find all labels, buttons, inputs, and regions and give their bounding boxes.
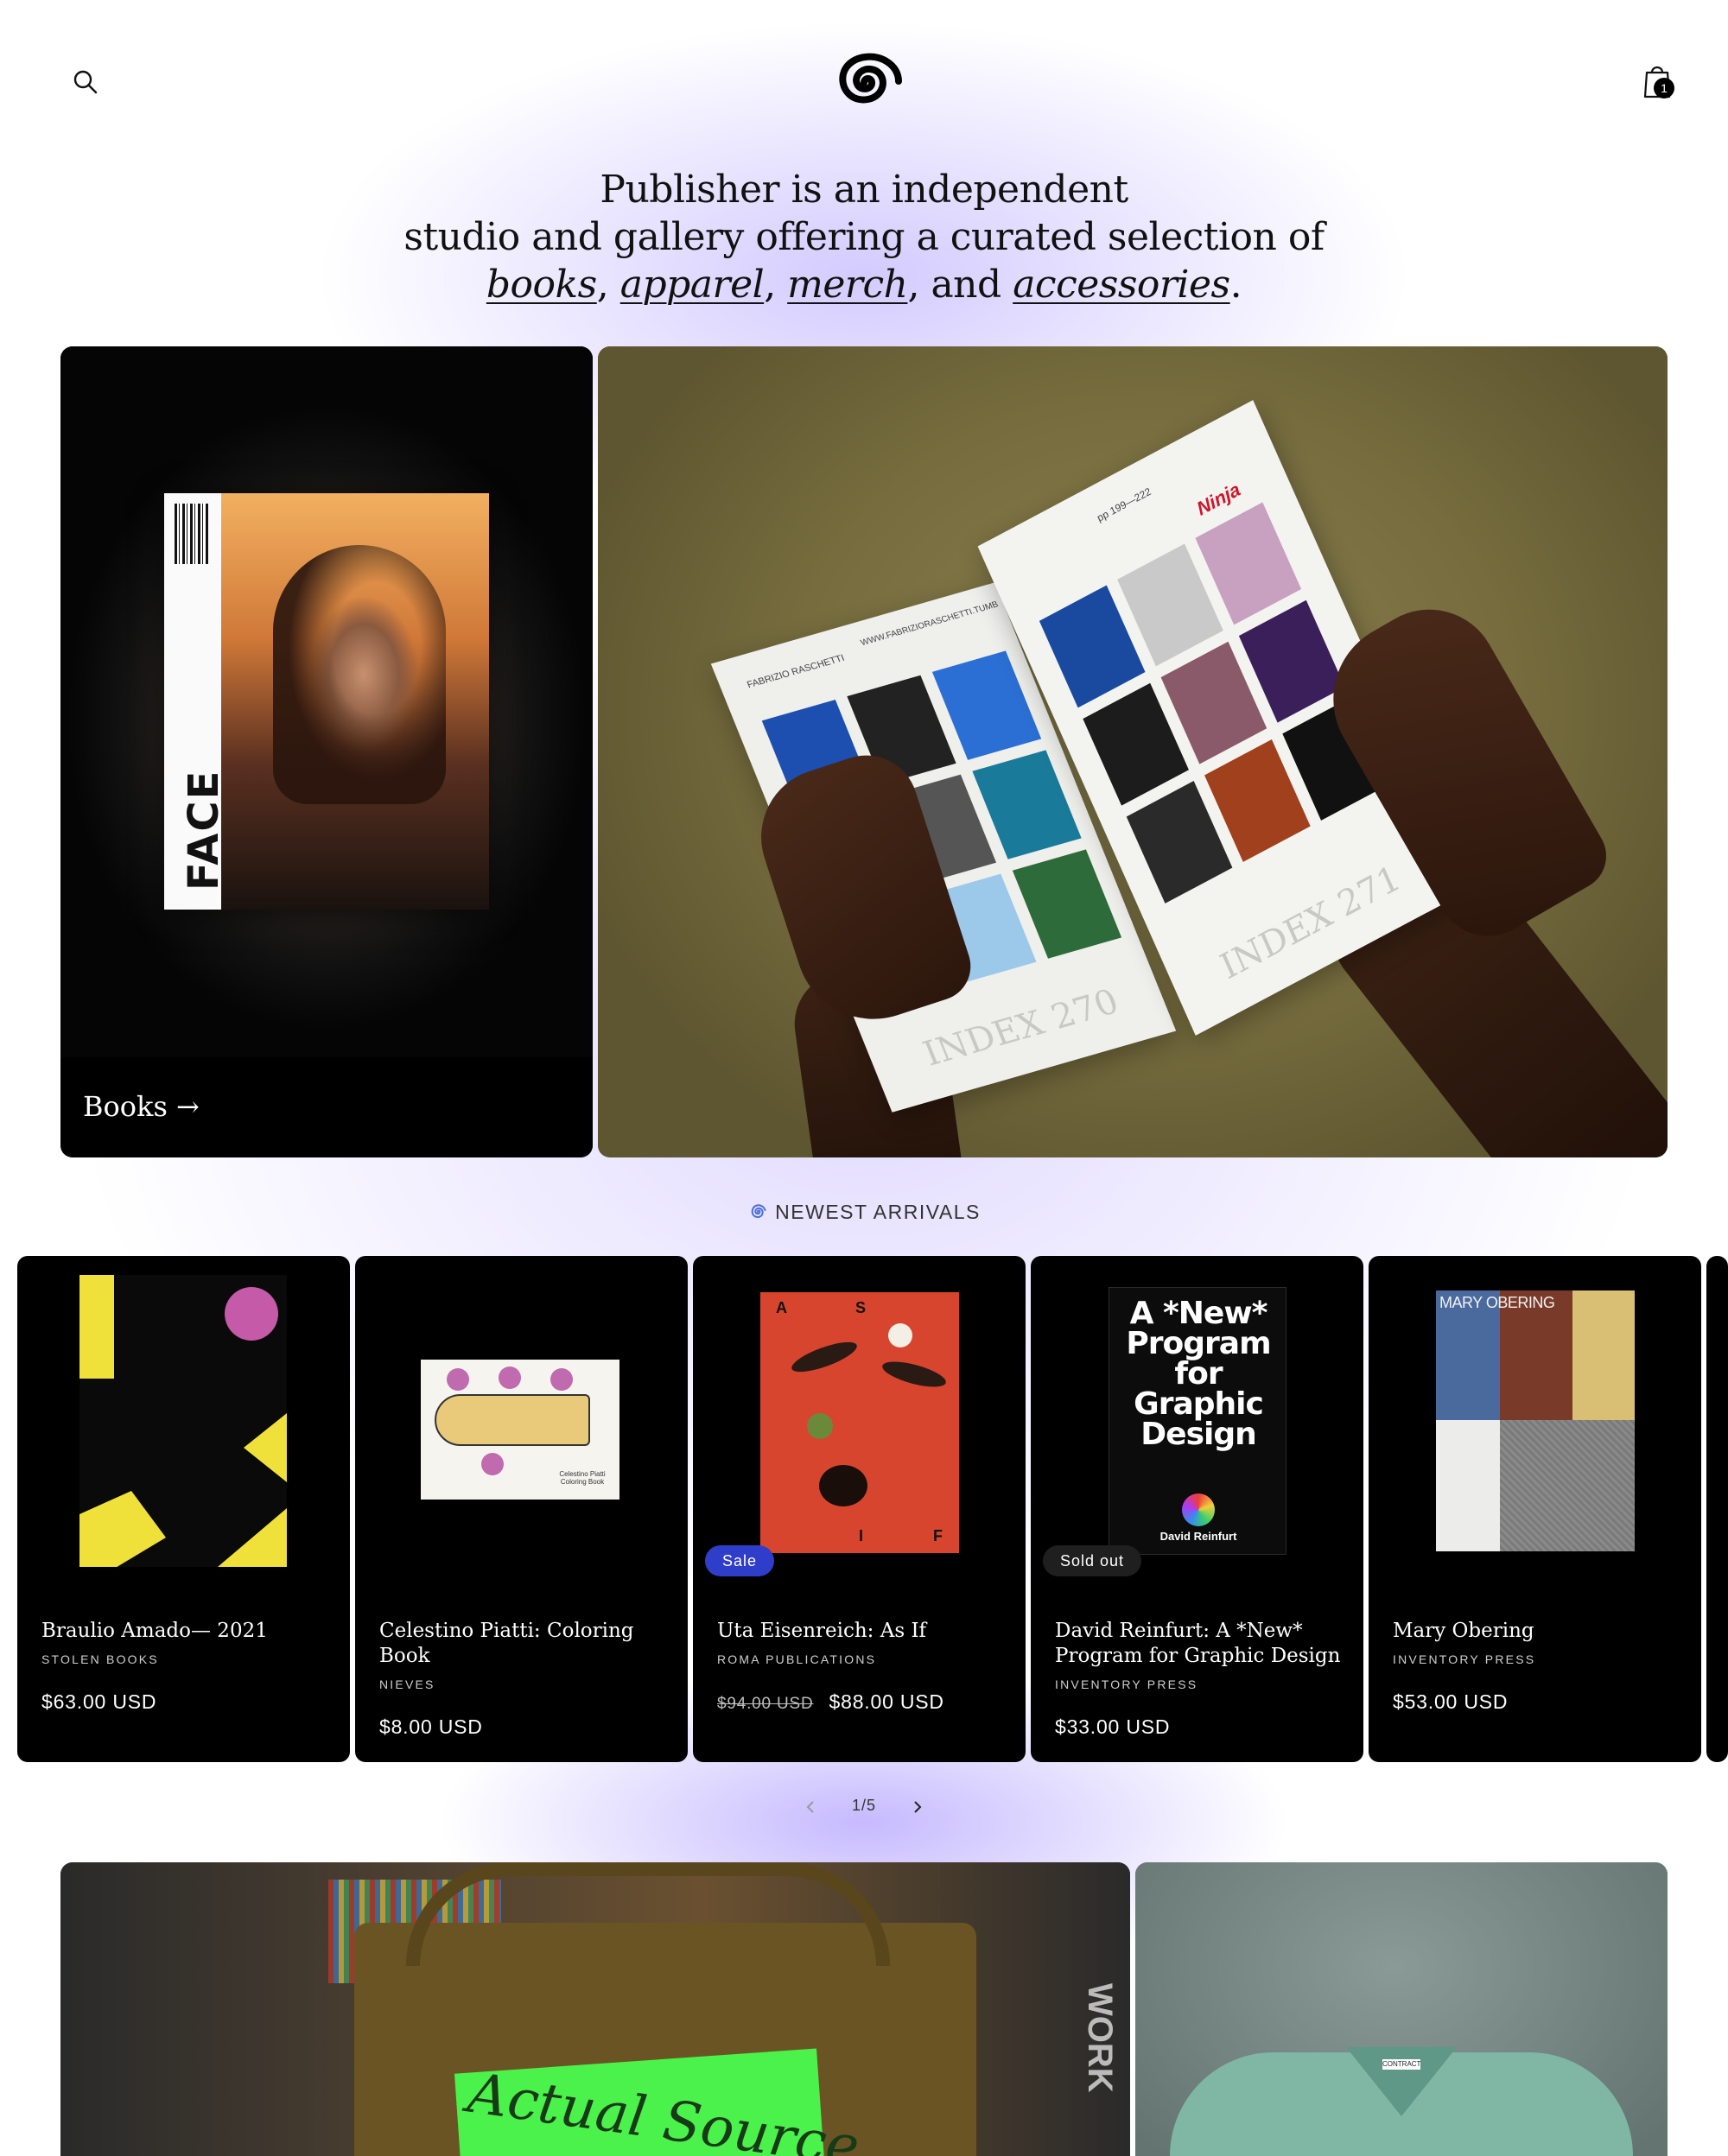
page: 1 Publisher is an independent studio and… bbox=[0, 0, 1728, 2156]
hero-and: and bbox=[931, 263, 1001, 307]
product-title[interactable]: David Reinfurt: A *New* Program for Grap… bbox=[1055, 1619, 1344, 1669]
product-info: Mary Obering INVENTORY PRESS $53.00 USD bbox=[1393, 1619, 1682, 1715]
product-image: MARY OBERING bbox=[1369, 1256, 1701, 1601]
apparel-link[interactable]: apparel bbox=[620, 263, 765, 307]
books-card-image: FACE bbox=[60, 346, 593, 1057]
books-collection-card[interactable]: FACE Books → bbox=[60, 346, 593, 1157]
shirt-tag: CONTRACT bbox=[1382, 2059, 1421, 2070]
chevron-left-icon bbox=[806, 1801, 814, 1813]
product-title[interactable]: Mary Obering bbox=[1393, 1619, 1682, 1644]
barcode-icon bbox=[175, 504, 209, 564]
magazine-spine-strip: FACE bbox=[164, 493, 228, 910]
hero-line-2: studio and gallery offering a curated se… bbox=[403, 215, 1325, 259]
product-card[interactable]: MARY OBERING Mary Obering INVENTORY PRES… bbox=[1369, 1256, 1701, 1762]
braulio-amado-cover bbox=[79, 1275, 287, 1567]
next-slide-button[interactable] bbox=[905, 1795, 930, 1819]
product-vendor: INVENTORY PRESS bbox=[1393, 1652, 1536, 1666]
merch-collection-card[interactable]: Actual Source WORK bbox=[60, 1862, 1130, 2156]
magazine-title: FACE bbox=[180, 769, 228, 891]
books-card-caption: Books → bbox=[60, 1057, 593, 1157]
mary-obering-cover: MARY OBERING bbox=[1436, 1290, 1635, 1551]
tote-handles bbox=[406, 1862, 890, 1966]
chevron-right-icon bbox=[914, 1801, 922, 1813]
book-spine-text: WORK bbox=[1081, 1983, 1119, 2093]
product-image: A S I F Sale bbox=[693, 1256, 1026, 1601]
product-info: Celestino Piatti: Coloring Book NIEVES $… bbox=[379, 1619, 669, 1740]
search-button[interactable] bbox=[71, 67, 100, 97]
previous-slide-button[interactable] bbox=[798, 1795, 823, 1819]
product-vendor: INVENTORY PRESS bbox=[1055, 1677, 1198, 1691]
zine-url: WWW.FABRIZIORASCHETTI.TUMB bbox=[859, 599, 1001, 649]
cover-letter-a: A bbox=[776, 1299, 787, 1316]
product-image: A *New* Program for Graphic Design David… bbox=[1031, 1256, 1363, 1601]
product-title[interactable]: Celestino Piatti: Coloring Book bbox=[379, 1619, 669, 1669]
cover-letter-i: I bbox=[859, 1527, 864, 1544]
product-card[interactable]: Celestino Piatti Coloring Book Celestino… bbox=[355, 1256, 688, 1762]
cover-text: MARY OBERING bbox=[1439, 1294, 1555, 1311]
product-title[interactable]: Uta Eisenreich: As If bbox=[717, 1619, 1007, 1644]
product-price: $33.00 USD bbox=[1055, 1715, 1171, 1738]
spiral-logo-icon[interactable] bbox=[826, 48, 902, 114]
zine-card-image: FABRIZIO RASCHETTI WWW.FABRIZIORASCHETTI… bbox=[598, 346, 1668, 1157]
product-title[interactable]: Braulio Amado— 2021 bbox=[41, 1619, 331, 1644]
product-card[interactable]: A S I F Sale Uta Eisenreich: As If ROMA … bbox=[693, 1256, 1026, 1762]
product-vendor: ROMA PUBLICATIONS bbox=[717, 1652, 877, 1666]
product-info: Braulio Amado— 2021 STOLEN BOOKS $63.00 … bbox=[41, 1619, 331, 1715]
cart-count-badge: 1 bbox=[1654, 78, 1674, 98]
hero-intro: Publisher is an independent studio and g… bbox=[346, 166, 1382, 308]
section-title: NEWEST ARRIVALS bbox=[775, 1201, 981, 1223]
zine-author: FABRIZIO RASCHETTI bbox=[746, 652, 847, 691]
zine-brand-text: Ninja bbox=[1193, 478, 1244, 520]
product-price: $8.00 USD bbox=[379, 1715, 483, 1738]
site-header: 1 bbox=[0, 0, 1728, 164]
search-icon bbox=[73, 70, 98, 94]
apparel-collection-card[interactable]: CONTRACT bbox=[1135, 1862, 1668, 2156]
product-vendor: STOLEN BOOKS bbox=[41, 1652, 159, 1666]
new-program-cover: A *New* Program for Graphic Design David… bbox=[1109, 1287, 1286, 1555]
sale-badge: Sale bbox=[705, 1545, 775, 1576]
product-image: Celestino Piatti Coloring Book bbox=[355, 1256, 688, 1601]
product-card-partial[interactable] bbox=[1706, 1256, 1728, 1762]
books-link[interactable]: books bbox=[486, 263, 597, 307]
product-old-price: $94.00 USD bbox=[717, 1695, 814, 1713]
hero-line-3: books, apparel, merch, and accessories. bbox=[486, 263, 1242, 307]
zine-page-label: pp 199—222 bbox=[1095, 485, 1153, 524]
product-card[interactable]: Braulio Amado— 2021 STOLEN BOOKS $63.00 … bbox=[17, 1256, 350, 1762]
product-card[interactable]: A *New* Program for Graphic Design David… bbox=[1031, 1256, 1363, 1762]
product-carousel: Braulio Amado— 2021 STOLEN BOOKS $63.00 … bbox=[17, 1256, 1728, 1762]
product-vendor: NIEVES bbox=[379, 1677, 435, 1691]
cover-title: A *New* Program for Graphic Design bbox=[1126, 1296, 1271, 1452]
product-info: Uta Eisenreich: As If ROMA PUBLICATIONS … bbox=[717, 1619, 1007, 1716]
face-magazine-cover: FACE bbox=[164, 493, 489, 910]
product-image bbox=[17, 1256, 350, 1601]
as-if-cover: A S I F bbox=[760, 1292, 959, 1553]
coloring-book-cover: Celestino Piatti Coloring Book bbox=[421, 1360, 619, 1500]
magazine-portrait bbox=[221, 493, 489, 910]
cover-author: David Reinfurt bbox=[1159, 1530, 1237, 1543]
cover-letter-f: F bbox=[933, 1527, 943, 1544]
accessories-link[interactable]: accessories bbox=[1013, 263, 1230, 307]
sold-out-badge: Sold out bbox=[1043, 1545, 1142, 1576]
product-price: $63.00 USD bbox=[41, 1690, 157, 1713]
carousel-pagination: 1/5 bbox=[778, 1790, 950, 1824]
merch-link[interactable]: merch bbox=[787, 263, 908, 307]
product-price: $88.00 USD bbox=[829, 1690, 944, 1713]
slide-counter: 1/5 bbox=[851, 1797, 877, 1814]
hero-line-1: Publisher is an independent bbox=[600, 168, 1128, 212]
featured-zine-card[interactable]: FABRIZIO RASCHETTI WWW.FABRIZIORASCHETTI… bbox=[598, 346, 1668, 1157]
coloring-book-cover-text: Celestino Piatti Coloring Book bbox=[559, 1470, 606, 1486]
product-price-block: $94.00 USD $88.00 USD bbox=[717, 1690, 1007, 1716]
books-card-label[interactable]: Books → bbox=[83, 1090, 200, 1123]
product-info: David Reinfurt: A *New* Program for Grap… bbox=[1055, 1619, 1344, 1740]
spiral-icon bbox=[751, 1204, 766, 1218]
product-price: $53.00 USD bbox=[1393, 1690, 1509, 1713]
cover-letter-s: S bbox=[855, 1299, 867, 1316]
newest-arrivals-heading: NEWEST ARRIVALS bbox=[0, 1201, 1728, 1224]
